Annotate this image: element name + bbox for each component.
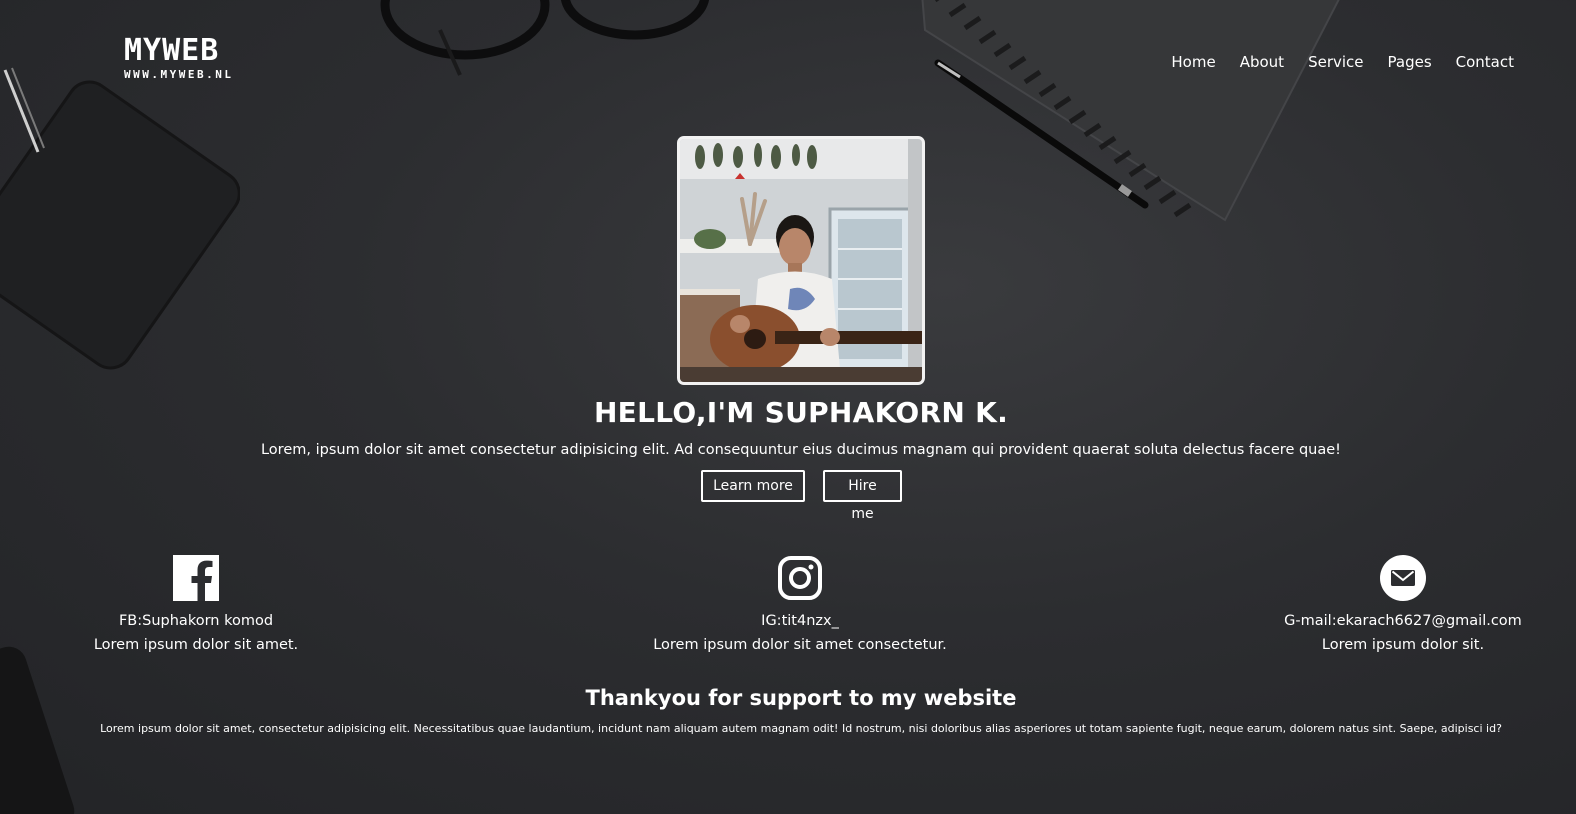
nav-pages[interactable]: Pages bbox=[1388, 53, 1432, 71]
gmail-description: Lorem ipsum dolor sit. bbox=[1321, 637, 1485, 653]
hire-me-button[interactable]: Hire me bbox=[823, 470, 902, 522]
facebook-description: Lorem ipsum dolor sit amet. bbox=[93, 637, 299, 653]
card-holder-decoration bbox=[0, 80, 240, 370]
contact-facebook: FB:Suphakorn komod Lorem ipsum dolor sit… bbox=[0, 555, 396, 657]
notebook-decoration bbox=[921, 0, 1340, 222]
glasses-decoration bbox=[380, 0, 710, 76]
facebook-icon[interactable] bbox=[173, 555, 219, 601]
logo-main-text: MYWEB bbox=[124, 33, 220, 68]
gmail-handle[interactable]: G-mail:ekarach6627@gmail.com bbox=[1203, 609, 1576, 633]
footer-text: Lorem ipsum dolor sit amet, consectetur … bbox=[100, 722, 1502, 735]
nav-service[interactable]: Service bbox=[1308, 53, 1363, 71]
logo-sub-text: WWW.MYWEB.NL bbox=[124, 68, 234, 81]
site-logo[interactable]: MYWEB WWW.MYWEB.NL bbox=[124, 36, 264, 86]
instagram-handle[interactable]: IG:tit4nzx_ bbox=[600, 609, 1000, 633]
main-nav: Home About Service Pages Contact bbox=[1171, 53, 1514, 71]
hero-title: HELLO,I'M SUPHAKORN K. bbox=[593, 396, 1009, 429]
facebook-handle[interactable]: FB:Suphakorn komod bbox=[0, 609, 396, 633]
instagram-description: Lorem ipsum dolor sit amet consectetur. bbox=[653, 637, 947, 653]
hero-description: Lorem, ipsum dolor sit amet consectetur … bbox=[260, 442, 1341, 458]
hero-buttons: Learn more Hire me bbox=[701, 470, 902, 522]
mail-icon[interactable] bbox=[1380, 555, 1426, 601]
learn-more-button[interactable]: Learn more bbox=[701, 470, 805, 502]
nav-about[interactable]: About bbox=[1240, 53, 1284, 71]
nav-contact[interactable]: Contact bbox=[1456, 53, 1514, 71]
profile-photo bbox=[677, 136, 925, 385]
instagram-icon[interactable] bbox=[777, 555, 823, 601]
contact-gmail: G-mail:ekarach6627@gmail.com Lorem ipsum… bbox=[1203, 555, 1576, 657]
nav-home[interactable]: Home bbox=[1171, 53, 1215, 71]
contact-instagram: IG:tit4nzx_ Lorem ipsum dolor sit amet c… bbox=[600, 555, 1000, 657]
thanks-heading: Thankyou for support to my website bbox=[585, 686, 1017, 710]
pen-decoration bbox=[934, 59, 1149, 209]
binder-clip-decoration bbox=[3, 67, 45, 153]
